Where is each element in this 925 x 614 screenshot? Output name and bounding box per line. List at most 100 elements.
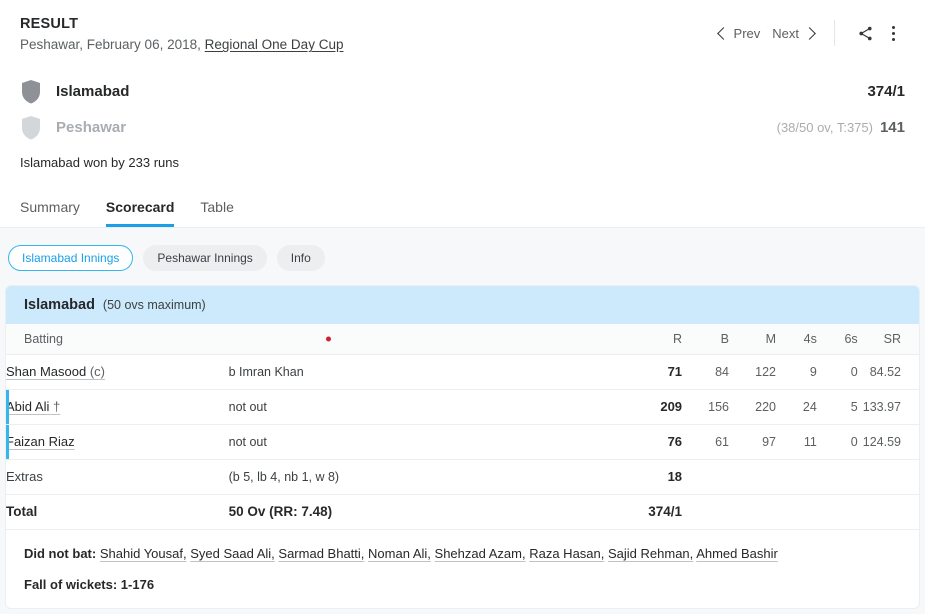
- extras-blank-m: [729, 459, 776, 494]
- venue-date-text: Peshawar, February 06, 2018,: [20, 37, 205, 53]
- more-options-button[interactable]: [882, 22, 905, 45]
- pill-peshawar-innings[interactable]: Peshawar Innings: [143, 245, 267, 271]
- total-blank-4s: [776, 494, 817, 529]
- not-out-accent-bar: [6, 389, 9, 424]
- tab-scorecard[interactable]: Scorecard: [105, 199, 175, 227]
- batsman-role-suffix: (c): [86, 364, 106, 379]
- batting-rows: Shan Masood (c) b Imran Khan 71 84 122 9…: [6, 354, 919, 459]
- batsman-balls: 61: [715, 434, 730, 449]
- total-blank-6s: [817, 494, 858, 529]
- series-link[interactable]: Regional One Day Cup: [205, 37, 344, 52]
- match-title-block: RESULT Peshawar, February 06, 2018, Regi…: [20, 14, 343, 55]
- did-not-bat-player[interactable]: Ahmed Bashir: [696, 546, 778, 561]
- table-row: Faizan Riaz not out 76 61 97 11 0 124.59: [6, 424, 919, 459]
- batsman-fours: 11: [803, 434, 817, 449]
- team-row-home: Islamabad 374/1: [20, 73, 905, 109]
- tab-summary[interactable]: Summary: [20, 199, 80, 227]
- batsman-link[interactable]: Faizan Riaz: [6, 434, 75, 449]
- did-not-bat-player[interactable]: Noman Ali,: [368, 546, 431, 561]
- team-shield-icon: [22, 79, 40, 104]
- team-score-home: 374/1: [860, 83, 905, 100]
- team-name-home[interactable]: Islamabad: [56, 83, 129, 100]
- match-header-card: RESULT Peshawar, February 06, 2018, Regi…: [0, 0, 925, 228]
- total-detail: 50 Ov (RR: 7.48): [228, 504, 333, 519]
- batsman-name: Faizan Riaz: [6, 434, 75, 449]
- extras-blank-sr: [858, 459, 919, 494]
- extras-blank-6s: [817, 459, 858, 494]
- pill-info[interactable]: Info: [276, 245, 325, 271]
- extras-blank-4s: [776, 459, 817, 494]
- innings-header: Islamabad (50 ovs maximum): [6, 286, 919, 324]
- extras-label: Extras: [6, 469, 43, 484]
- did-not-bat-label: Did not bat:: [24, 545, 97, 561]
- next-label: Next: [772, 25, 799, 41]
- batsman-name: Abid Ali: [6, 399, 50, 414]
- innings-filter-pills: Islamabad Innings Peshawar Innings Info: [0, 228, 925, 285]
- team-name-away[interactable]: Peshawar: [56, 119, 126, 136]
- batsman-dismissal: b Imran Khan: [228, 364, 304, 379]
- table-header-row: Batting R B M 4s 6s SR: [6, 324, 919, 354]
- batsman-balls: 156: [708, 399, 730, 414]
- team-identity-home: Islamabad: [20, 79, 129, 104]
- batsman-minutes: 97: [762, 434, 776, 449]
- team-score-detail-away: (38/50 ov, T:375): [776, 119, 873, 135]
- share-button[interactable]: [849, 21, 882, 46]
- col-header-sixes: 6s: [844, 331, 858, 346]
- result-status-label: RESULT: [20, 16, 79, 32]
- did-not-bat-player[interactable]: Syed Saad Ali,: [190, 546, 275, 561]
- batsman-link[interactable]: Shan Masood (c): [6, 364, 105, 379]
- did-not-bat-player[interactable]: Shehzad Azam,: [435, 546, 526, 561]
- prev-match-button[interactable]: Prev: [713, 22, 767, 45]
- batsman-sixes: 0: [850, 364, 858, 379]
- total-blank-sr: [858, 494, 919, 529]
- kebab-dot-3: [892, 37, 895, 41]
- did-not-bat-player[interactable]: Sarmad Bhatti,: [278, 546, 364, 561]
- share-icon: [859, 26, 872, 40]
- batsman-strikerate: 124.59: [862, 434, 901, 449]
- batsman-sixes: 0: [850, 434, 858, 449]
- batsman-runs: 209: [660, 399, 683, 414]
- header-top-row: RESULT Peshawar, February 06, 2018, Regi…: [20, 14, 905, 55]
- did-not-bat-player[interactable]: Sajid Rehman,: [608, 546, 693, 561]
- innings-overs-note: (50 ovs maximum): [102, 298, 206, 312]
- batsman-strikerate: 84.52: [869, 364, 901, 379]
- total-label: Total: [6, 504, 38, 519]
- total-row: Total 50 Ov (RR: 7.48) 374/1: [6, 494, 919, 529]
- not-out-accent-bar: [6, 424, 9, 459]
- batsman-runs: 76: [667, 434, 683, 449]
- pill-islamabad-innings[interactable]: Islamabad Innings: [8, 245, 134, 271]
- batsman-runs: 71: [667, 364, 683, 379]
- col-header-runs: R: [673, 331, 683, 346]
- team-row-away: Peshawar (38/50 ov, T:375) 141: [20, 109, 905, 145]
- batsman-link[interactable]: Abid Ali †: [6, 399, 60, 414]
- total-value: 374/1: [648, 504, 683, 519]
- next-match-button[interactable]: Next: [766, 22, 820, 45]
- did-not-bat-line: Did not bat: Shahid Yousaf, Syed Saad Al…: [24, 544, 901, 564]
- innings-summary-rows: Extras (b 5, lb 4, nb 1, w 8) 18 Total 5…: [6, 459, 919, 529]
- col-header-batting: Batting: [24, 331, 63, 346]
- prev-label: Prev: [733, 25, 761, 41]
- col-header-balls: B: [720, 331, 730, 346]
- batsman-dismissal: not out: [228, 434, 267, 449]
- col-header-minutes: M: [765, 331, 776, 346]
- fall-of-wickets: Fall of wickets: 1-176: [24, 577, 155, 592]
- col-header-fours: 4s: [803, 331, 817, 346]
- did-not-bat-player[interactable]: Shahid Yousaf,: [100, 546, 187, 561]
- match-meta: Peshawar, February 06, 2018, Regional On…: [20, 36, 343, 55]
- batsman-name: Shan Masood: [6, 364, 87, 379]
- controls-divider: [834, 20, 835, 46]
- did-not-bat-player[interactable]: Raza Hasan,: [529, 546, 604, 561]
- extras-blank-b: [682, 459, 729, 494]
- match-tabs: Summary Scorecard Table: [20, 199, 234, 227]
- batsman-name-cell: Shan Masood (c): [6, 354, 229, 389]
- team-score-away: (38/50 ov, T:375) 141: [777, 119, 905, 136]
- extras-row: Extras (b 5, lb 4, nb 1, w 8) 18: [6, 459, 919, 494]
- total-blank-m: [729, 494, 776, 529]
- tab-table[interactable]: Table: [200, 199, 233, 227]
- table-row: Abid Ali † not out 209 156 220 24 5 133.…: [6, 389, 919, 424]
- batsman-fours: 9: [809, 364, 817, 379]
- batsman-fours: 24: [802, 399, 817, 414]
- col-header-dismissal: [229, 324, 633, 354]
- team-identity-away: Peshawar: [20, 115, 126, 140]
- team-score-value-away: 141: [879, 118, 905, 136]
